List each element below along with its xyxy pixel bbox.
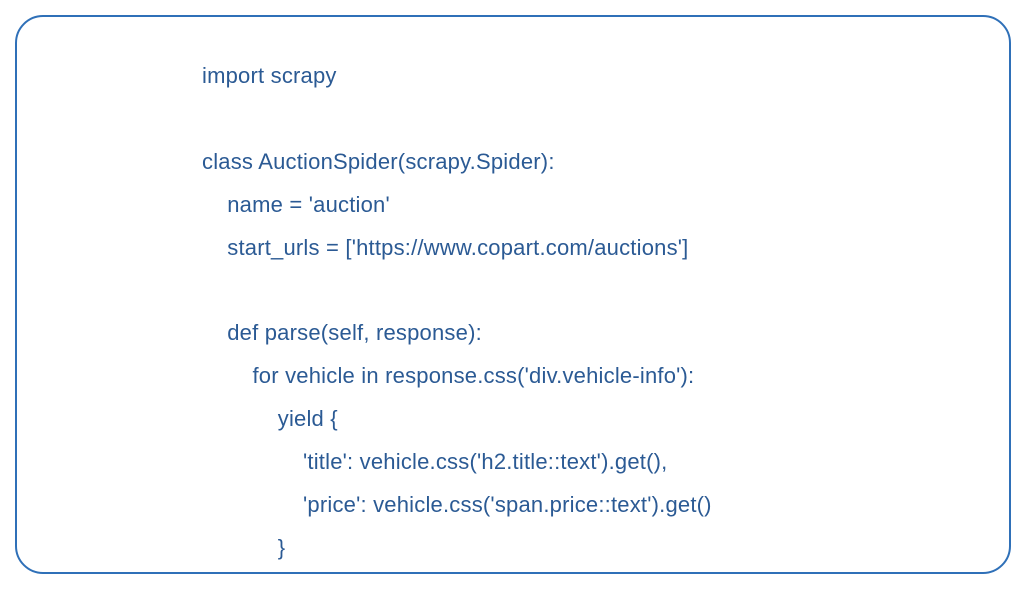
code-line-1: import scrapy xyxy=(202,63,337,88)
code-line-11: 'price': vehicle.css('span.price::text')… xyxy=(202,492,712,517)
code-line-12: } xyxy=(202,535,285,560)
code-line-9: yield { xyxy=(202,406,338,431)
code-block: import scrapy class AuctionSpider(scrapy… xyxy=(202,55,979,570)
code-line-8: for vehicle in response.css('div.vehicle… xyxy=(202,363,694,388)
code-line-4: name = 'auction' xyxy=(202,192,390,217)
code-line-3: class AuctionSpider(scrapy.Spider): xyxy=(202,149,555,174)
code-line-5: start_urls = ['https://www.copart.com/au… xyxy=(202,235,688,260)
code-container: import scrapy class AuctionSpider(scrapy… xyxy=(15,15,1011,574)
code-line-10: 'title': vehicle.css('h2.title::text').g… xyxy=(202,449,667,474)
code-line-7: def parse(self, response): xyxy=(202,320,482,345)
